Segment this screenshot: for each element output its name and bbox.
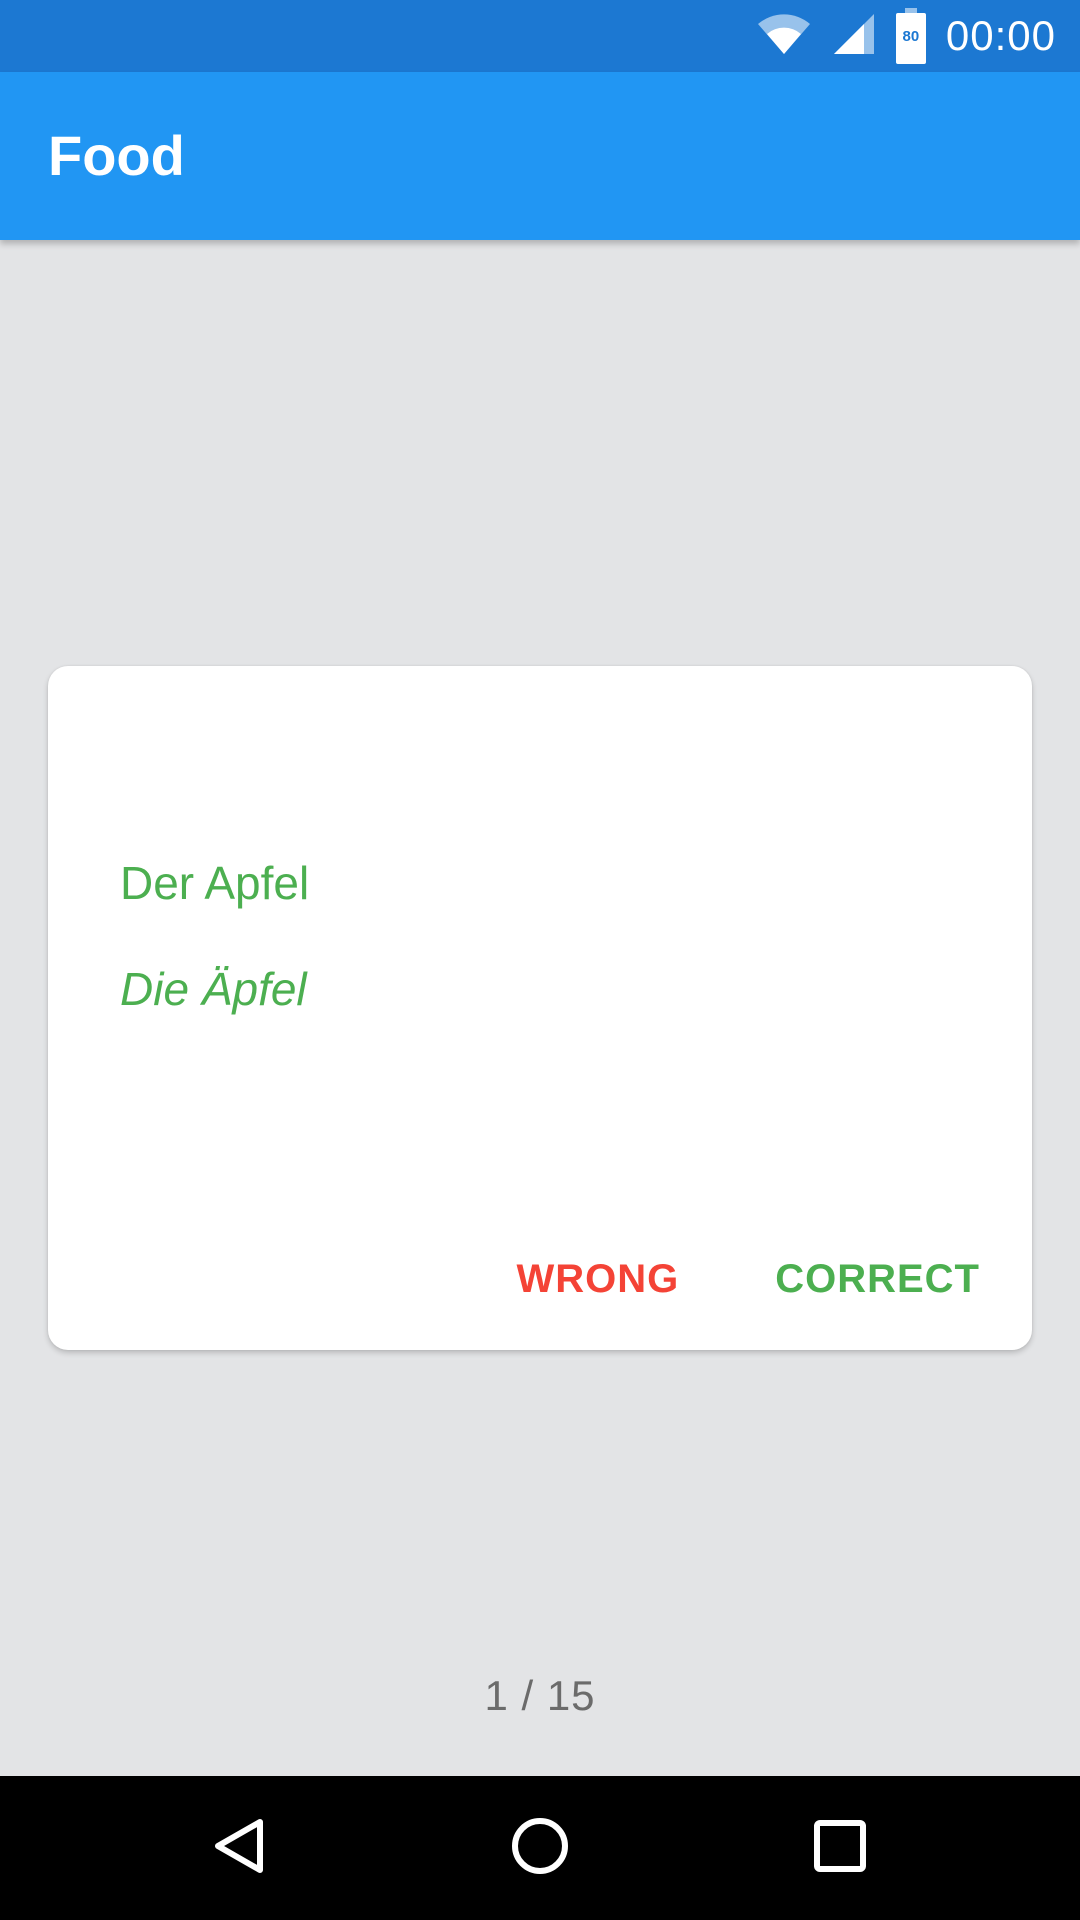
back-button[interactable] xyxy=(160,1776,320,1920)
recents-icon xyxy=(812,1818,868,1879)
home-icon xyxy=(510,1816,570,1881)
word-singular: Der Apfel xyxy=(120,857,310,909)
navigation-bar xyxy=(0,1776,1080,1920)
app-bar: Food xyxy=(0,72,1080,240)
app-title: Food xyxy=(48,124,185,187)
correct-button[interactable]: CORRECT xyxy=(775,1257,980,1302)
flashcard: Der Apfel Die Äpfel WRONG CORRECT xyxy=(48,666,1032,1350)
word-plural: Die Äpfel xyxy=(120,963,307,1015)
progress-indicator: 1 / 15 xyxy=(484,1672,596,1719)
cell-signal-icon xyxy=(832,12,876,61)
status-icons: 80 00:00 xyxy=(756,0,1056,72)
status-time: 00:00 xyxy=(945,12,1056,59)
back-icon xyxy=(210,1816,270,1881)
status-bar: 80 00:00 xyxy=(0,0,1080,72)
wifi-icon xyxy=(756,12,812,61)
battery-level-text: 80 xyxy=(902,28,920,45)
card-actions: WRONG CORRECT xyxy=(516,1257,980,1302)
wrong-button[interactable]: WRONG xyxy=(516,1257,679,1302)
home-button[interactable] xyxy=(460,1776,620,1920)
battery-icon: 80 xyxy=(895,8,926,64)
recents-button[interactable] xyxy=(760,1776,920,1920)
